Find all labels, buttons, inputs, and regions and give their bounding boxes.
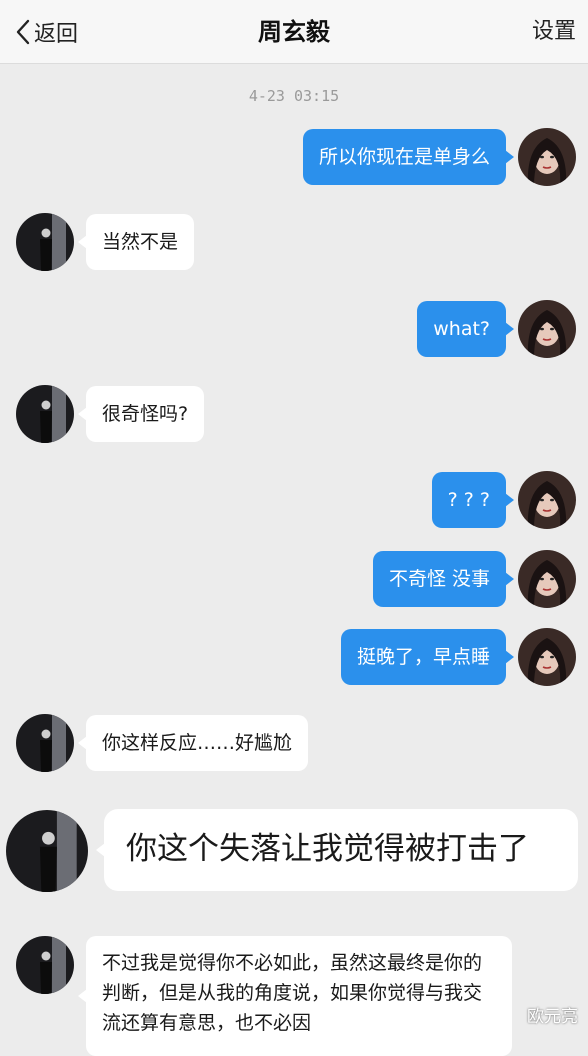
- outgoing-message[interactable]: what?: [417, 301, 506, 357]
- settings-button[interactable]: 设置: [532, 14, 576, 50]
- outgoing-message[interactable]: 所以你现在是单身么: [303, 129, 506, 185]
- woman-portrait-icon: [518, 550, 576, 608]
- woman-portrait-icon: [518, 128, 576, 186]
- man-silhouette-icon: [16, 385, 74, 443]
- chat-header: 返回 周玄毅 设置: [0, 0, 588, 64]
- user-avatar[interactable]: [518, 628, 576, 686]
- contact-avatar[interactable]: [6, 810, 88, 892]
- man-silhouette-icon: [16, 213, 74, 271]
- incoming-message[interactable]: 你这样反应……好尴尬: [86, 715, 308, 771]
- man-silhouette-icon: [6, 810, 88, 892]
- man-silhouette-icon: [16, 936, 74, 994]
- contact-avatar[interactable]: [16, 385, 74, 443]
- back-button[interactable]: 返回: [14, 14, 78, 50]
- message-timestamp: 4-23 03:15: [0, 87, 588, 105]
- incoming-message[interactable]: 不过我是觉得你不必如此，虽然这最终是你的判断，但是从我的角度说，如果你觉得与我交…: [86, 936, 512, 1056]
- outgoing-message[interactable]: 不奇怪 没事: [373, 551, 506, 607]
- outgoing-message[interactable]: 挺晚了，早点睡: [341, 629, 506, 685]
- contact-avatar[interactable]: [16, 213, 74, 271]
- user-avatar[interactable]: [518, 128, 576, 186]
- incoming-message[interactable]: 你这个失落让我觉得被打击了: [104, 809, 578, 891]
- incoming-message[interactable]: 很奇怪吗?: [86, 386, 204, 442]
- chat-title: 周玄毅: [0, 14, 588, 50]
- back-label: 返回: [34, 16, 78, 48]
- user-avatar[interactable]: [518, 471, 576, 529]
- man-silhouette-icon: [16, 714, 74, 772]
- user-avatar[interactable]: [518, 550, 576, 608]
- incoming-message[interactable]: 当然不是: [86, 214, 194, 270]
- woman-portrait-icon: [518, 300, 576, 358]
- contact-avatar[interactable]: [16, 936, 74, 994]
- woman-portrait-icon: [518, 628, 576, 686]
- contact-avatar[interactable]: [16, 714, 74, 772]
- outgoing-message[interactable]: ? ? ?: [432, 472, 506, 528]
- watermark: 欧元亮: [527, 1002, 578, 1027]
- chevron-left-icon: [14, 18, 32, 46]
- user-avatar[interactable]: [518, 300, 576, 358]
- woman-portrait-icon: [518, 471, 576, 529]
